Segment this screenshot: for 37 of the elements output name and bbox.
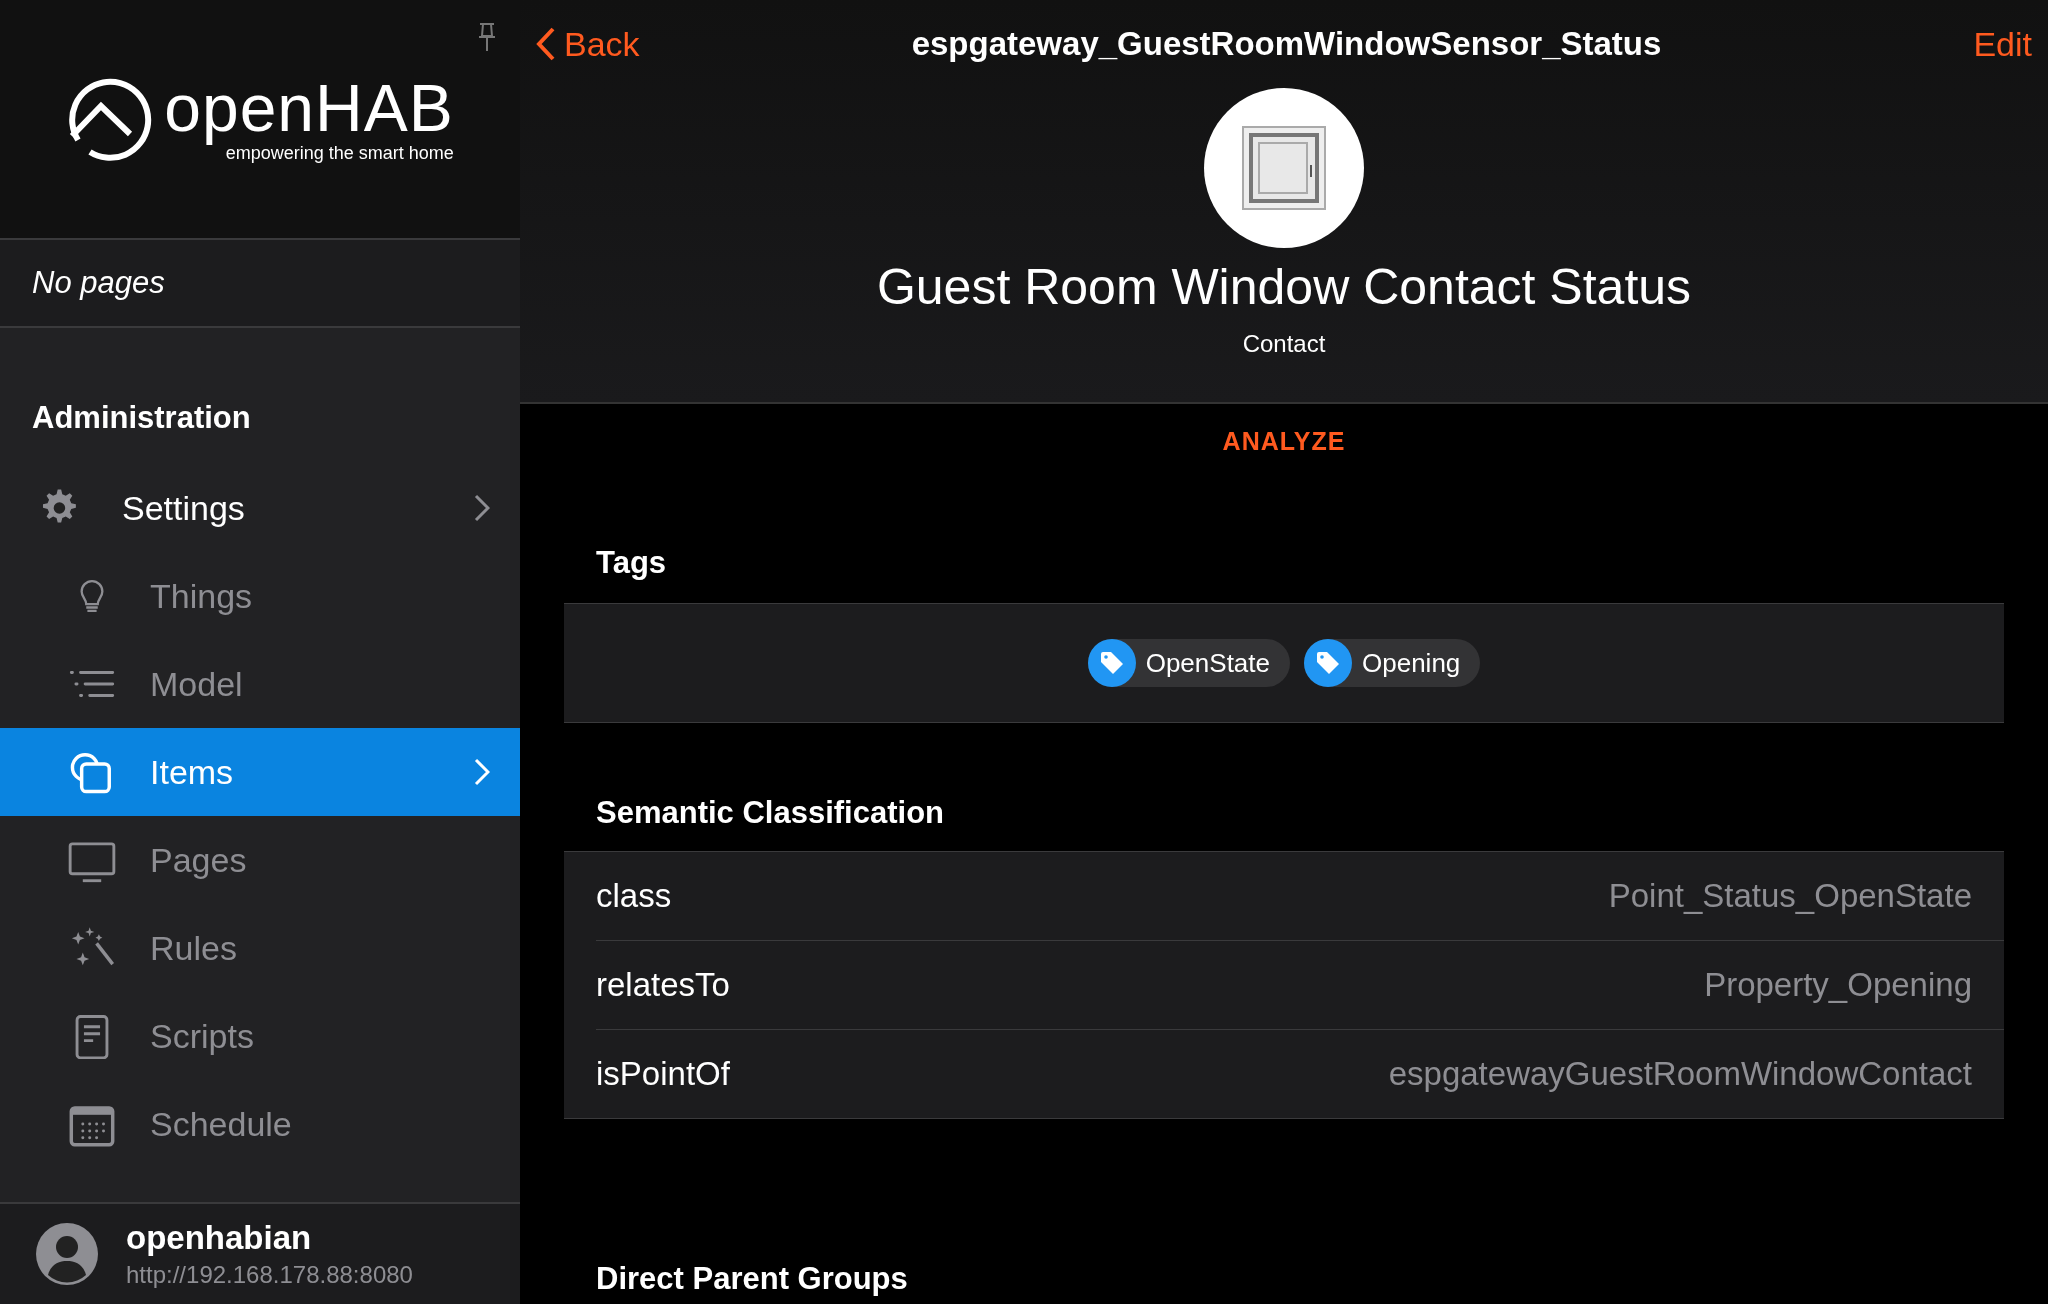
sidebar-item[interactable]: Scripts: [0, 992, 520, 1080]
logo-tagline: empowering the smart home: [225, 142, 454, 164]
property-value: espgatewayGuestRoomWindowContact: [1388, 1055, 1972, 1093]
edit-button[interactable]: Edit: [1973, 24, 2032, 64]
sidebar-item[interactable]: Items: [0, 728, 520, 816]
item-type: Contact: [1242, 330, 1326, 358]
tag-chip: OpenState: [1087, 639, 1290, 687]
sidebar-item[interactable]: Things: [0, 552, 520, 640]
sidebar-item[interactable]: Settings: [0, 464, 520, 552]
semantic-heading: Semantic Classification: [595, 795, 945, 831]
sidebar-item[interactable]: Schedule: [0, 1080, 520, 1168]
property-name: isPointOf: [596, 1055, 730, 1093]
back-button[interactable]: Back: [536, 24, 640, 64]
tags-heading: Tags: [595, 545, 668, 581]
chevron-icon: [474, 494, 490, 522]
property-name: class: [596, 877, 672, 915]
property-value: Property_Opening: [1704, 966, 1972, 1004]
analyze-button[interactable]: ANALYZE: [1216, 426, 1352, 457]
logo-icon: [66, 76, 153, 162]
sidebar-item[interactable]: Rules: [0, 904, 520, 992]
tag-chip: Opening: [1304, 639, 1481, 687]
user-name: openhabian: [126, 1219, 313, 1257]
server-url: http://192.168.178.88:8080: [126, 1261, 413, 1289]
property-value: Point_Status_OpenState: [1608, 877, 1972, 915]
page-title: espgateway_GuestRoomWindowSensor_Status: [911, 25, 1662, 63]
parent-groups-heading: Direct Parent Groups: [595, 1261, 909, 1297]
pin-icon[interactable]: [476, 22, 498, 52]
window-icon: [1241, 125, 1327, 211]
sidebar-item[interactable]: Pages: [0, 816, 520, 904]
property-name: relatesTo: [596, 966, 730, 1004]
item-label: Guest Room Window Contact Status: [876, 258, 1692, 316]
avatar-icon: [36, 1223, 98, 1285]
section-title: Administration: [31, 399, 252, 437]
sidebar-item[interactable]: Model: [0, 640, 520, 728]
no-pages-text: No pages: [0, 240, 520, 328]
chevron-icon: [474, 758, 490, 786]
back-chevron-icon: [536, 26, 556, 62]
